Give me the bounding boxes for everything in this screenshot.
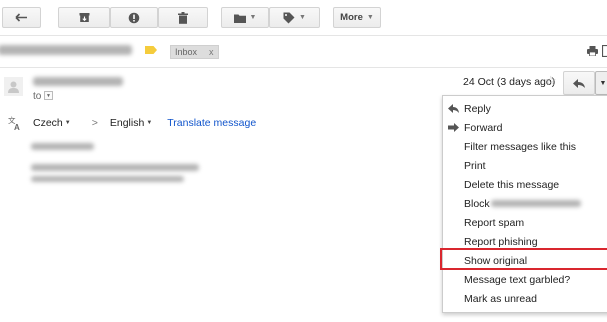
show-details-button[interactable]: ▼ <box>44 91 53 100</box>
importance-marker-icon[interactable] <box>145 46 157 54</box>
arrow-left-icon <box>15 13 27 22</box>
more-button[interactable]: More ▼ <box>333 7 381 28</box>
svg-text:A: A <box>14 123 20 130</box>
chevron-down-icon: ▼ <box>299 14 306 21</box>
menu-item-print[interactable]: Print <box>443 156 607 175</box>
labels-button[interactable]: ▼ <box>269 7 320 28</box>
remove-label-button[interactable]: x <box>209 47 214 57</box>
label-tag-icon <box>283 12 295 23</box>
forward-icon <box>448 123 459 132</box>
menu-item-label: Delete this message <box>464 178 560 191</box>
archive-icon <box>79 13 89 22</box>
chevron-down-icon: ▼ <box>146 120 153 126</box>
menu-item-label: Filter messages like this <box>464 140 577 153</box>
menu-item-reply[interactable]: Reply <box>443 99 607 118</box>
menu-item-label: Block <box>464 197 490 210</box>
target-language-select[interactable]: English ▼ <box>110 117 152 129</box>
menu-item-mark-as-unread[interactable]: Mark as unread <box>443 289 607 308</box>
report-spam-button[interactable] <box>110 7 158 28</box>
menu-item-report-spam[interactable]: Report spam <box>443 213 607 232</box>
menu-item-block[interactable]: Block <box>443 194 607 213</box>
back-button[interactable] <box>2 7 41 28</box>
reply-icon <box>448 104 459 113</box>
menu-item-report-phishing[interactable]: Report phishing <box>443 232 607 251</box>
message-body-line <box>31 143 94 150</box>
message-date: 24 Oct (3 days ago) <box>463 76 556 88</box>
message-body-line <box>31 176 184 182</box>
translate-icon: 文 A <box>8 116 20 130</box>
toolbar-divider <box>0 35 607 36</box>
new-window-icon[interactable] <box>602 45 607 57</box>
subject-divider <box>0 67 607 68</box>
menu-item-show-original[interactable]: Show original <box>443 251 607 270</box>
target-language-label: English <box>109 117 145 129</box>
chevron-down-icon: ▼ <box>64 120 71 126</box>
message-actions-menu: Reply Forward Filter messages like this … <box>442 95 607 313</box>
chevron-down-icon: ▼ <box>599 79 607 87</box>
person-icon <box>8 81 19 93</box>
archive-button[interactable] <box>58 7 110 28</box>
chevron-down-icon: ▼ <box>366 14 374 21</box>
inbox-label-chip[interactable]: Inbox x <box>170 45 219 59</box>
sender-name <box>33 77 123 86</box>
translate-arrow-icon: > <box>91 117 98 129</box>
chevron-down-icon: ▼ <box>46 92 51 99</box>
menu-item-forward[interactable]: Forward <box>443 118 607 137</box>
menu-item-label: Mark as unread <box>464 292 537 305</box>
delete-button[interactable] <box>158 7 208 28</box>
print-icon[interactable] <box>587 46 598 56</box>
chevron-down-icon: ▼ <box>249 14 257 21</box>
reply-icon <box>573 78 585 88</box>
menu-item-delete[interactable]: Delete this message <box>443 175 607 194</box>
subject-text <box>0 45 132 55</box>
menu-item-label: Report spam <box>464 216 525 229</box>
move-to-button[interactable]: ▼ <box>221 7 269 28</box>
recipient-to-label: to <box>33 91 42 102</box>
trash-icon <box>178 11 188 24</box>
spam-icon <box>128 12 140 23</box>
inbox-label-text: Inbox <box>175 47 198 57</box>
menu-item-label: Message text garbled? <box>464 273 571 286</box>
message-body-line <box>31 164 199 171</box>
reply-button[interactable] <box>563 71 595 95</box>
blocked-sender-address <box>491 200 581 207</box>
menu-item-label: Print <box>464 159 486 172</box>
folder-icon <box>233 14 246 23</box>
sender-avatar <box>4 77 23 96</box>
menu-item-label: Report phishing <box>464 235 538 248</box>
menu-item-label: Forward <box>464 121 503 134</box>
menu-item-label: Show original <box>464 254 528 267</box>
more-actions-button[interactable]: ▼ <box>595 71 607 95</box>
source-language-label: Czech <box>33 117 63 129</box>
translate-message-link[interactable]: Translate message <box>167 117 256 129</box>
menu-item-message-text-garbled[interactable]: Message text garbled? <box>443 270 607 289</box>
source-language-select[interactable]: Czech ▼ <box>33 117 71 129</box>
more-button-label: More <box>340 12 363 23</box>
star-icon[interactable]: ☆ <box>545 73 557 89</box>
menu-item-filter[interactable]: Filter messages like this <box>443 137 607 156</box>
menu-item-label: Reply <box>464 102 491 115</box>
